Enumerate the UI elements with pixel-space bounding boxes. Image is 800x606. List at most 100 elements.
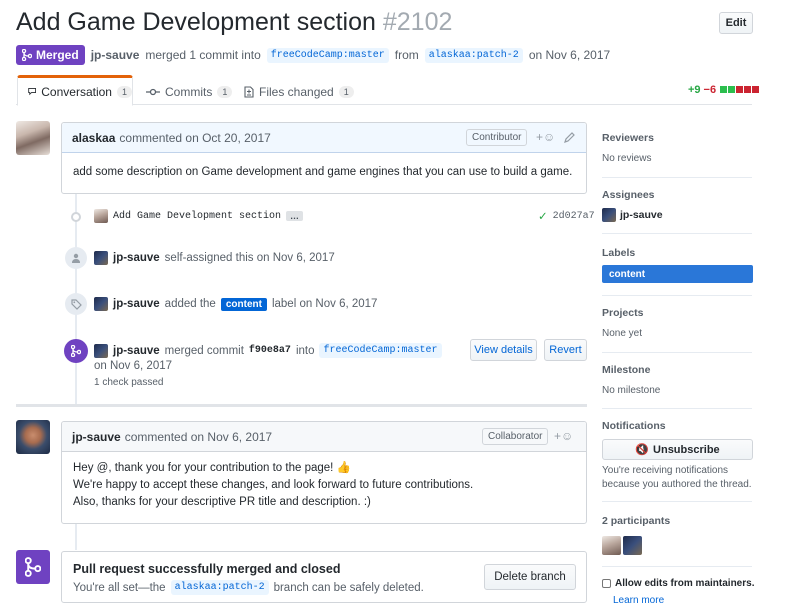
view-details-button[interactable]: View details bbox=[470, 339, 537, 361]
avatar[interactable] bbox=[94, 343, 108, 358]
unsubscribe-label: Unsubscribe bbox=[653, 443, 720, 456]
target-branch[interactable]: freeCodeCamp:master bbox=[319, 343, 442, 358]
merger-link[interactable]: jp-sauve bbox=[91, 48, 140, 62]
tab-label: Conversation bbox=[41, 84, 112, 99]
sidebar-divider bbox=[602, 501, 752, 502]
comment-icon bbox=[28, 87, 36, 96]
comment-header: jp-sauve commented on Nov 6, 2017 Collab… bbox=[62, 422, 586, 452]
assignee[interactable]: jp-sauve bbox=[602, 208, 663, 222]
comment-header: alaskaa commented on Oct 20, 2017 Contri… bbox=[62, 123, 586, 153]
avatar[interactable] bbox=[602, 208, 616, 222]
comment-box: jp-sauve commented on Nov 6, 2017 Collab… bbox=[61, 421, 587, 524]
state-label: Merged bbox=[36, 48, 79, 62]
avatar[interactable] bbox=[623, 536, 642, 555]
head-branch[interactable]: alaskaa:patch-2 bbox=[424, 47, 523, 63]
avatar[interactable] bbox=[94, 297, 108, 311]
checks-status[interactable]: 1 check passed bbox=[94, 377, 164, 388]
commit-message[interactable]: Add Game Development section bbox=[113, 211, 281, 222]
projects-heading[interactable]: Projects bbox=[602, 307, 643, 319]
comment-author[interactable]: alaskaa bbox=[72, 131, 115, 145]
merged-text: branch can be safely deleted. bbox=[273, 581, 424, 594]
merge-date: on Nov 6, 2017 bbox=[94, 360, 173, 372]
tab-files-changed[interactable]: Files changed 1 bbox=[244, 80, 354, 104]
tab-counter: 1 bbox=[116, 85, 132, 98]
sidebar-divider bbox=[602, 352, 752, 353]
labels-heading[interactable]: Labels bbox=[602, 247, 635, 259]
commit-row: Add Game Development section … bbox=[94, 209, 304, 223]
tab-counter: 1 bbox=[217, 86, 233, 98]
notif-reason: because you authored the thread. bbox=[602, 479, 752, 490]
tab-label: Commits bbox=[165, 85, 213, 99]
notifications-heading: Notifications bbox=[602, 420, 666, 432]
merge-commit-sha[interactable]: f90e8a7 bbox=[249, 345, 291, 356]
tab-commits[interactable]: Commits 1 bbox=[146, 80, 233, 104]
from-text: from bbox=[394, 48, 419, 62]
merged-badge: Merged bbox=[16, 45, 85, 65]
merged-box: Pull request successfully merged and clo… bbox=[61, 551, 587, 603]
head-branch[interactable]: alaskaa:patch-2 bbox=[170, 580, 269, 595]
commit-expand-button[interactable]: … bbox=[286, 211, 304, 221]
event-actor[interactable]: jp-sauve bbox=[113, 345, 160, 357]
add-reaction-icon[interactable]: +☺ bbox=[554, 429, 573, 443]
merge-icon bbox=[22, 49, 32, 61]
comment-meta[interactable]: commented on Nov 6, 2017 bbox=[125, 430, 272, 444]
label-event: jp-sauve added the content label on Nov … bbox=[94, 297, 377, 311]
avatar[interactable] bbox=[94, 209, 108, 223]
reviewers-heading[interactable]: Reviewers bbox=[602, 132, 654, 144]
learn-more-link[interactable]: Learn more bbox=[613, 595, 664, 606]
assign-event: jp-sauve self-assigned this on Nov 6, 20… bbox=[94, 251, 335, 265]
label-pill[interactable]: content bbox=[220, 297, 267, 311]
event-text: into bbox=[295, 344, 315, 357]
avatar[interactable] bbox=[16, 121, 50, 155]
avatar[interactable] bbox=[94, 251, 108, 265]
person-icon bbox=[65, 247, 87, 269]
commit-status: ✓ 2d027a7 bbox=[538, 209, 595, 224]
avatar[interactable] bbox=[16, 420, 50, 454]
sidebar-divider bbox=[602, 566, 752, 567]
comment-box: alaskaa commented on Oct 20, 2017 Contri… bbox=[61, 122, 587, 194]
pr-meta: Merged jp-sauve merged 1 commit into fre… bbox=[16, 45, 610, 65]
revert-button[interactable]: Revert bbox=[544, 339, 587, 361]
timeline-line bbox=[75, 520, 77, 550]
participants-heading: 2 participants bbox=[602, 515, 671, 527]
merged-title: Pull request successfully merged and clo… bbox=[73, 562, 341, 576]
sidebar-label[interactable]: content bbox=[602, 265, 753, 283]
comment-body: Hey @, thank you for your contribution t… bbox=[62, 452, 586, 522]
add-reaction-icon[interactable]: +☺ bbox=[536, 130, 555, 144]
thumbs-up-icon: 👍 bbox=[336, 462, 351, 474]
sidebar-divider bbox=[602, 233, 752, 234]
delete-branch-button[interactable]: Delete branch bbox=[484, 564, 576, 590]
sidebar-divider bbox=[602, 177, 752, 178]
allow-edits-checkbox[interactable] bbox=[602, 579, 611, 588]
deletions-count: −6 bbox=[703, 84, 717, 96]
allow-edits[interactable]: Allow edits from maintainers. bbox=[602, 578, 754, 589]
diffstat: +9 −6 bbox=[688, 84, 760, 96]
projects-value: None yet bbox=[602, 328, 643, 339]
milestone-value: No milestone bbox=[602, 385, 661, 396]
event-text: added the bbox=[164, 298, 216, 310]
base-branch[interactable]: freeCodeCamp:master bbox=[266, 47, 389, 63]
comment-meta[interactable]: commented on Oct 20, 2017 bbox=[119, 131, 270, 145]
assignee-name[interactable]: jp-sauve bbox=[620, 209, 663, 221]
merged-text: merged 1 commit into bbox=[145, 48, 261, 62]
event-actor[interactable]: jp-sauve bbox=[113, 298, 160, 310]
tab-conversation[interactable]: Conversation 1 bbox=[17, 75, 133, 106]
additions-count: +9 bbox=[688, 84, 701, 96]
merged-subtext: You're all set—the alaskaa:patch-2 branc… bbox=[73, 580, 424, 595]
commit-sha[interactable]: 2d027a7 bbox=[553, 211, 595, 222]
avatar[interactable] bbox=[602, 536, 621, 555]
milestone-heading[interactable]: Milestone bbox=[602, 364, 650, 376]
comment-author[interactable]: jp-sauve bbox=[72, 430, 121, 444]
page-title: Add Game Development section #2102 bbox=[16, 8, 452, 37]
assignees-heading[interactable]: Assignees bbox=[602, 189, 655, 201]
pencil-icon[interactable] bbox=[564, 132, 575, 143]
unsubscribe-button[interactable]: 🔇 Unsubscribe bbox=[602, 439, 753, 460]
edit-button[interactable]: Edit bbox=[719, 12, 753, 34]
commit-icon bbox=[146, 88, 160, 96]
allow-edits-label[interactable]: Allow edits from maintainers. bbox=[615, 578, 754, 589]
event-actor[interactable]: jp-sauve bbox=[113, 252, 160, 264]
comment-body: add some description on Game development… bbox=[73, 166, 573, 178]
sidebar-divider bbox=[602, 408, 752, 409]
comment-line: We're happy to accept these changes, and… bbox=[73, 479, 474, 491]
pr-title: Add Game Development section bbox=[16, 8, 376, 36]
